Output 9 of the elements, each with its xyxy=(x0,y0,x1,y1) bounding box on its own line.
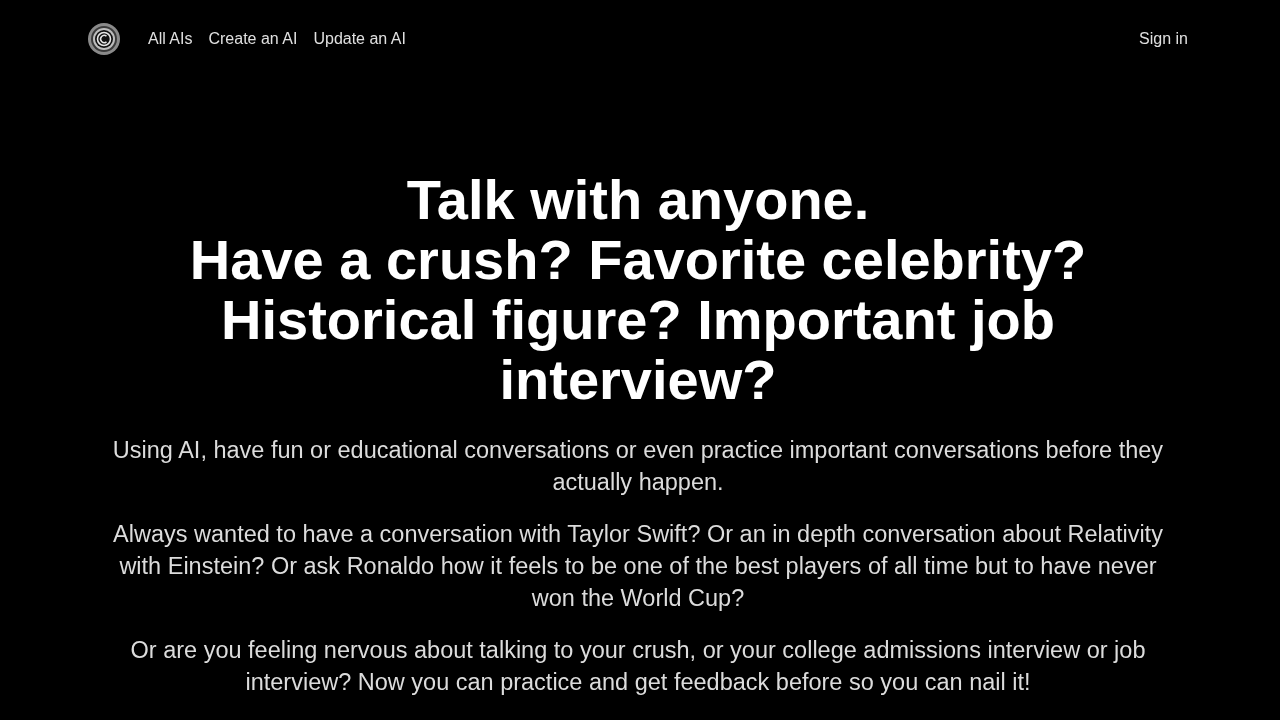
nav-link[interactable]: Create an AI xyxy=(208,29,298,49)
hero-paragraph: Or are you feeling nervous about talking to your crush, or your college admissions interview or job interview? Now you can practice and get feedback before so you can nail it! xyxy=(129,636,1147,697)
hero-paragraph: Always wanted to have a conversation with Taylor Swift? Or an in depth conversation about Relativity with Einstein? Or ask Ronaldo how it feels to be one of the best players of all time but to have never won the World Cup? xyxy=(112,520,1164,613)
sign-in-link[interactable]: Sign in xyxy=(1139,29,1188,49)
nav-link[interactable]: Update an AI xyxy=(313,29,406,49)
logo-icon[interactable] xyxy=(88,23,120,55)
nav-link[interactable]: All AIs xyxy=(148,29,193,49)
hero-headline: Talk with anyone. Have a crush? Favorite celebrity? Historical figure? Important job interview? xyxy=(188,170,1088,410)
hero-paragraph: Using AI, have fun or educational conversations or even practice important conversations before they actually happen. xyxy=(111,436,1165,497)
